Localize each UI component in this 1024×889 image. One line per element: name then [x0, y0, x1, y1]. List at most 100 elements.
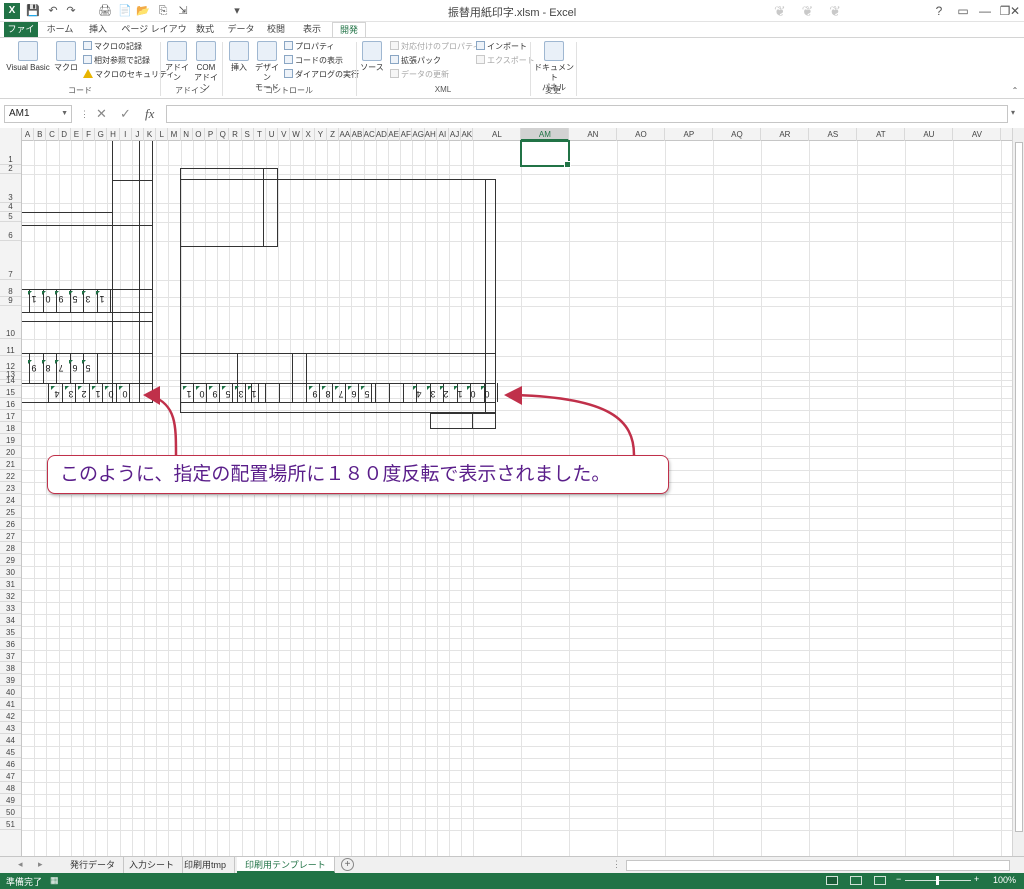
- column-header-u[interactable]: U: [266, 128, 279, 141]
- row-header-2[interactable]: 2: [0, 164, 21, 174]
- cancel-icon[interactable]: ✕: [96, 106, 107, 122]
- insert-function-icon[interactable]: fx: [145, 106, 154, 122]
- row-header-1[interactable]: 1: [0, 141, 21, 165]
- column-header-w[interactable]: W: [290, 128, 303, 141]
- help-icon[interactable]: ?: [928, 2, 950, 20]
- row-header-42[interactable]: 42: [0, 710, 21, 722]
- row-header-27[interactable]: 27: [0, 530, 21, 542]
- row-header-11[interactable]: 11: [0, 339, 21, 356]
- column-header-aq[interactable]: AQ: [713, 128, 762, 141]
- column-header-r[interactable]: R: [229, 128, 242, 141]
- row-header-44[interactable]: 44: [0, 734, 21, 746]
- expansion-packs-button[interactable]: 拡張パック: [390, 55, 441, 67]
- column-header-a[interactable]: A: [22, 128, 35, 141]
- column-header-b[interactable]: B: [34, 128, 47, 141]
- scroll-thumb[interactable]: [1015, 142, 1023, 832]
- tab-insert[interactable]: 挿入: [84, 22, 112, 37]
- relative-reference-button[interactable]: 相対参照で記録: [83, 55, 150, 67]
- column-header-ag[interactable]: AG: [412, 128, 425, 141]
- row-header-30[interactable]: 30: [0, 566, 21, 578]
- row-header-37[interactable]: 37: [0, 650, 21, 662]
- column-header-af[interactable]: AF: [400, 128, 413, 141]
- column-header-ao[interactable]: AO: [617, 128, 666, 141]
- row-header-36[interactable]: 36: [0, 638, 21, 650]
- record-macro-button[interactable]: マクロの記録: [83, 41, 142, 53]
- column-header-ac[interactable]: AC: [364, 128, 376, 141]
- column-header-i[interactable]: I: [120, 128, 132, 141]
- zoom-slider-thumb[interactable]: [936, 876, 939, 885]
- selected-cell[interactable]: [520, 140, 572, 168]
- column-header-ak[interactable]: AK: [461, 128, 474, 141]
- macro-button[interactable]: マクロ: [54, 41, 78, 73]
- column-header-j[interactable]: J: [132, 128, 144, 141]
- formula-bar-handle-icon[interactable]: ⋮: [80, 106, 89, 122]
- collapse-ribbon-icon[interactable]: ⌃: [1004, 82, 1024, 100]
- view-code-button[interactable]: コードの表示: [284, 55, 343, 67]
- refresh-data-button[interactable]: データの更新: [390, 69, 449, 81]
- row-header-5[interactable]: 5: [0, 212, 21, 222]
- import-button[interactable]: インポート: [476, 41, 527, 53]
- sheet-tab[interactable]: 発行データ: [62, 857, 125, 873]
- row-header-10[interactable]: 10: [0, 306, 21, 339]
- column-header-an[interactable]: AN: [569, 128, 618, 141]
- column-header-t[interactable]: T: [254, 128, 266, 141]
- column-header-au[interactable]: AU: [905, 128, 954, 141]
- sheet-next-icon[interactable]: ▸: [38, 859, 43, 870]
- row-header-49[interactable]: 49: [0, 794, 21, 806]
- row-header-18[interactable]: 18: [0, 422, 21, 434]
- add-sheet-icon[interactable]: +: [341, 858, 354, 871]
- row-header-21[interactable]: 21: [0, 458, 21, 470]
- export-button[interactable]: エクスポート: [476, 55, 535, 67]
- tab-page-layout[interactable]: ページ レイアウト: [120, 22, 188, 49]
- sheet-prev-icon[interactable]: ◂: [18, 859, 23, 870]
- row-header-20[interactable]: 20: [0, 446, 21, 458]
- row-header-17[interactable]: 17: [0, 410, 21, 422]
- sheet-tab-active[interactable]: 印刷用テンプレート: [237, 857, 335, 873]
- row-header-39[interactable]: 39: [0, 674, 21, 686]
- expand-formula-bar-icon[interactable]: ▾: [1011, 108, 1015, 117]
- tab-view[interactable]: 表示: [300, 22, 324, 37]
- column-header-v[interactable]: V: [278, 128, 291, 141]
- tab-formulas[interactable]: 数式: [193, 22, 217, 37]
- column-header-y[interactable]: Y: [315, 128, 327, 141]
- row-header-24[interactable]: 24: [0, 494, 21, 506]
- horizontal-scrollbar[interactable]: [626, 860, 1010, 871]
- tab-review[interactable]: 校閲: [264, 22, 288, 37]
- column-header-aj[interactable]: AJ: [449, 128, 462, 141]
- row-header-34[interactable]: 34: [0, 614, 21, 626]
- column-header-ah[interactable]: AH: [425, 128, 437, 141]
- row-header-26[interactable]: 26: [0, 518, 21, 530]
- column-header-aa[interactable]: AA: [339, 128, 352, 141]
- column-header-l[interactable]: L: [156, 128, 169, 141]
- column-header-at[interactable]: AT: [857, 128, 906, 141]
- row-header-45[interactable]: 45: [0, 746, 21, 758]
- sheet-tab[interactable]: 入力シート: [121, 857, 184, 873]
- map-properties-button[interactable]: 対応付けのプロパティ: [390, 41, 481, 53]
- zoom-out-icon[interactable]: −: [896, 874, 901, 884]
- column-header-as[interactable]: AS: [809, 128, 858, 141]
- vertical-scrollbar[interactable]: [1012, 128, 1024, 856]
- row-header-33[interactable]: 33: [0, 602, 21, 614]
- row-header-8[interactable]: 8: [0, 280, 21, 297]
- addins-button[interactable]: アドイン: [164, 41, 190, 83]
- tab-data[interactable]: データ: [226, 22, 256, 37]
- row-header-9[interactable]: 9: [0, 296, 21, 306]
- run-dialog-button[interactable]: ダイアログの実行: [284, 69, 359, 81]
- row-header-50[interactable]: 50: [0, 806, 21, 818]
- zoom-in-icon[interactable]: +: [974, 874, 979, 884]
- row-header-29[interactable]: 29: [0, 554, 21, 566]
- insert-control-button[interactable]: 挿入: [228, 41, 250, 73]
- row-header-16[interactable]: 16: [0, 398, 21, 410]
- row-header-23[interactable]: 23: [0, 482, 21, 494]
- enter-icon[interactable]: ✓: [120, 106, 131, 122]
- row-header-38[interactable]: 38: [0, 662, 21, 674]
- sheet-tab[interactable]: 印刷用tmp: [176, 857, 236, 873]
- column-header-ai[interactable]: AI: [437, 128, 449, 141]
- page-break-view-icon[interactable]: [874, 876, 886, 885]
- row-header-48[interactable]: 48: [0, 782, 21, 794]
- name-box[interactable]: AM1 ▼: [4, 105, 72, 123]
- column-header-av[interactable]: AV: [953, 128, 1002, 141]
- tab-split-handle-icon[interactable]: ⋮: [612, 859, 621, 870]
- zoom-level[interactable]: 100%: [993, 875, 1016, 885]
- column-header-e[interactable]: E: [71, 128, 83, 141]
